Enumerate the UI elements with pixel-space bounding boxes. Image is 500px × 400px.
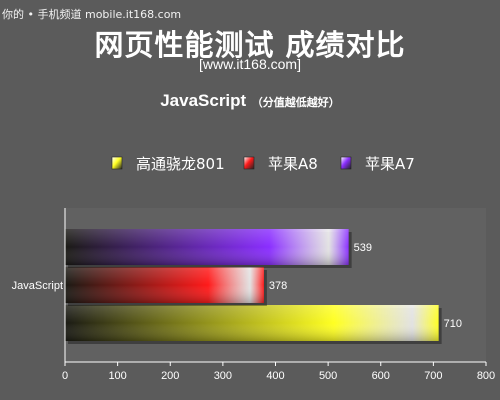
x-tick-label: 700	[424, 370, 442, 382]
legend-swatch	[111, 156, 123, 170]
x-tick-label: 400	[266, 370, 284, 382]
x-tick-label: 600	[372, 370, 390, 382]
x-tick-label: 200	[161, 370, 179, 382]
data-label: 710	[444, 318, 462, 330]
legend-swatch	[340, 156, 352, 170]
data-label: 539	[354, 242, 372, 254]
x-tick-label: 0	[62, 370, 68, 382]
data-label: 378	[269, 280, 287, 292]
bar-shade	[65, 305, 439, 341]
x-tick-label: 100	[108, 370, 126, 382]
legend: 高通骁龙801 苹果A8 苹果A7	[111, 155, 415, 173]
legend-label: 苹果A8	[268, 155, 318, 173]
legend-label: 苹果A7	[365, 155, 415, 173]
chart-page: 你的 • 手机频道 mobile.it168.com 网页性能测试 成绩对比 […	[0, 0, 500, 400]
legend-label: 高通骁龙801	[136, 155, 225, 173]
x-tick-label: 300	[214, 370, 232, 382]
bar-shade	[65, 229, 349, 265]
x-tick-label: 500	[319, 370, 337, 382]
bar-chart: 高通骁龙801 苹果A8 苹果A7 710 378 539 JavaScript 0 100 2…	[12, 155, 496, 382]
plot-area: 710 378 539 JavaScript 0 100 200 300 400 500 600 70…	[12, 208, 495, 382]
bar-shade	[65, 267, 264, 303]
x-tick-label: 800	[477, 370, 495, 382]
category-label: JavaScript	[12, 280, 63, 292]
legend-swatch	[243, 156, 255, 170]
